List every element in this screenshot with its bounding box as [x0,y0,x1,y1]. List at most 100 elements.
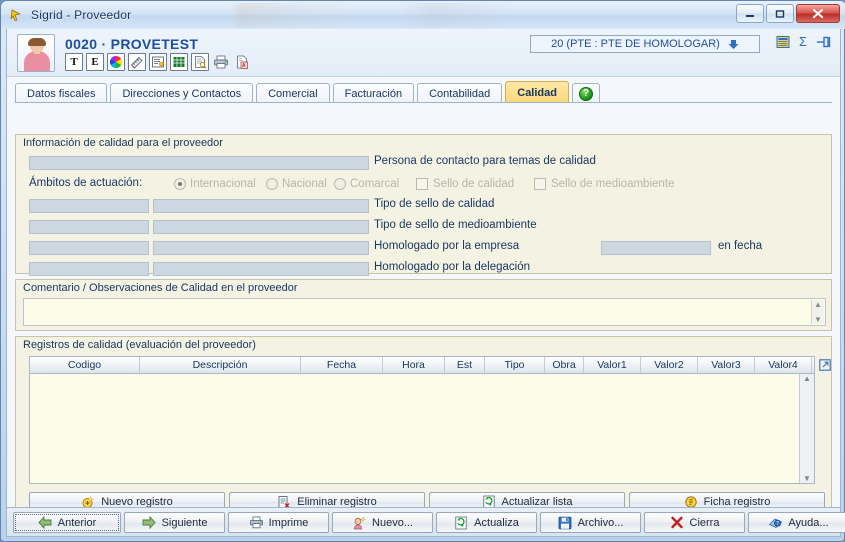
contact-person-input[interactable] [29,156,369,170]
radio-button [334,178,346,190]
tipo-sello-calidad-label: Tipo de sello de calidad [374,198,495,210]
printer-icon[interactable] [212,53,230,71]
expand-grid-icon[interactable] [819,359,831,371]
window-title: Sigrid - Proveedor [31,8,132,22]
column-header-fecha[interactable]: Fecha [301,357,383,373]
contact-person-label: Persona de contacto para temas de calida… [374,155,596,167]
scroll-down-icon[interactable]: ▼ [814,315,822,324]
scroll-up-icon[interactable]: ▲ [803,374,811,383]
radio-internacional[interactable]: Internacional [174,178,256,190]
column-header-est[interactable]: Est [445,357,485,373]
tab-contabilidad[interactable]: Contabilidad [417,83,503,103]
homologado-empresa-value-input[interactable] [153,241,369,255]
imprime-button[interactable]: Imprime [228,512,329,533]
homologado-empresa-date-input[interactable] [601,241,711,255]
title-bar-background-artifacts [231,3,791,27]
records-legend: Registros de calidad (evaluación del pro… [23,339,256,351]
tab-label: Datos fiscales [27,87,96,100]
save-icon [558,516,572,530]
records-panel: Registros de calidad (evaluación del pro… [15,336,832,524]
tab-help[interactable]: ? [571,83,600,103]
quality-info-panel: Información de calidad para el proveedor… [15,134,832,276]
homologado-empresa-code-input[interactable] [29,241,149,255]
column-header-valor4[interactable]: Valor4 [755,357,812,373]
column-header-valor2[interactable]: Valor2 [641,357,698,373]
radio-comarcal[interactable]: Comarcal [334,178,399,190]
tab-underline [15,102,832,103]
comment-textarea[interactable]: ▲ ▼ [23,298,826,326]
pin-icon[interactable] [816,35,832,49]
archivo-button[interactable]: Archivo... [540,512,641,533]
tipo-sello-medioambiente-label: Tipo de sello de medioambiente [374,219,537,231]
minimize-button[interactable] [736,4,764,23]
anterior-button[interactable]: Anterior [13,512,121,533]
actualiza-button[interactable]: Actualiza [436,512,537,533]
svg-text:?: ? [777,521,780,527]
spreadsheet-icon[interactable] [170,53,188,71]
column-header-codigo[interactable]: Codigo [30,357,140,373]
button-label: Imprime [268,516,309,529]
tipo-sello-calidad-code-input[interactable] [29,199,149,213]
button-label: Archivo... [577,516,624,529]
status-value: 20 (PTE : PTE DE HOMOLOGAR) [551,38,720,50]
text-icon[interactable]: T [65,53,83,71]
column-header-tipo[interactable]: Tipo [485,357,545,373]
checkbox-label: Sello de calidad [433,178,515,190]
pdf-icon[interactable]: A [233,53,251,71]
tipo-sello-calidad-value-input[interactable] [153,199,369,213]
status-dropdown[interactable]: 20 (PTE : PTE DE HOMOLOGAR) [530,35,760,53]
homologado-delegacion-value-input[interactable] [153,262,369,276]
button-label: Ayuda... [788,516,829,529]
column-header-descripcion[interactable]: Descripción [140,357,301,373]
printer-icon [249,516,263,530]
sigma-icon[interactable]: Σ [799,34,807,49]
nuevo-button[interactable]: Nuevo... [332,512,433,533]
color-wheel-icon[interactable] [107,53,125,71]
en-fecha-label: en fecha [718,240,763,252]
column-header-hora[interactable]: Hora [383,357,445,373]
ayuda-button[interactable]: ? Ayuda... [748,512,845,533]
refresh-icon [454,516,468,530]
tab-label: Comercial [268,87,318,100]
button-label: Cierra [689,516,720,529]
window-controls [736,4,840,23]
tab-label: Direcciones y Contactos [122,87,242,100]
palette-icon[interactable] [128,53,146,71]
email-icon[interactable]: E [86,53,104,71]
checkbox-sello-de-medioambiente[interactable]: Sello de medioambiente [534,178,674,190]
tipo-sello-medioambiente-value-input[interactable] [153,220,369,234]
tab-direcciones-y-contactos[interactable]: Direcciones y Contactos [110,83,254,103]
tab-label: Contabilidad [429,87,491,100]
column-header-valor3[interactable]: Valor3 [698,357,755,373]
tab-calidad[interactable]: Calidad [505,81,569,103]
help-icon: ? [768,516,783,530]
scroll-up-icon[interactable]: ▲ [814,300,822,309]
preview-document-icon[interactable] [191,53,209,71]
tab-facturacion[interactable]: Facturación [332,83,415,103]
comment-scrollbar[interactable]: ▲ ▼ [811,300,824,324]
button-label: Anterior [57,516,97,529]
scroll-down-icon[interactable]: ▼ [803,474,811,483]
radio-button [266,178,278,190]
grid-report-icon[interactable] [776,35,790,49]
maximize-button[interactable] [766,4,794,23]
checkbox [416,178,428,190]
radio-nacional[interactable]: Nacional [266,178,327,190]
notes-icon[interactable] [149,53,167,71]
tab-label: Calidad [517,86,557,99]
app-window: Sigrid - Proveedor 0020 · PROVETEST T E … [0,0,845,542]
records-grid[interactable]: Codigo Descripción Fecha Hora Est Tipo O… [29,356,815,484]
homologado-delegacion-code-input[interactable] [29,262,149,276]
column-header-valor1[interactable]: Valor1 [584,357,641,373]
siguiente-button[interactable]: Siguiente [124,512,225,533]
tipo-sello-medioambiente-code-input[interactable] [29,220,149,234]
grid-vertical-scrollbar[interactable]: ▲ ▼ [799,374,814,483]
cierra-button[interactable]: Cierra [644,512,745,533]
column-header-obra[interactable]: Obra [545,357,584,373]
tab-datos-fiscales[interactable]: Datos fiscales [15,83,108,103]
tab-comercial[interactable]: Comercial [256,83,330,103]
button-label: Actualiza [474,516,519,529]
close-button[interactable] [796,4,840,23]
homologado-delegacion-label: Homologado por la delegación [374,261,530,273]
checkbox-sello-de-calidad[interactable]: Sello de calidad [416,178,514,190]
